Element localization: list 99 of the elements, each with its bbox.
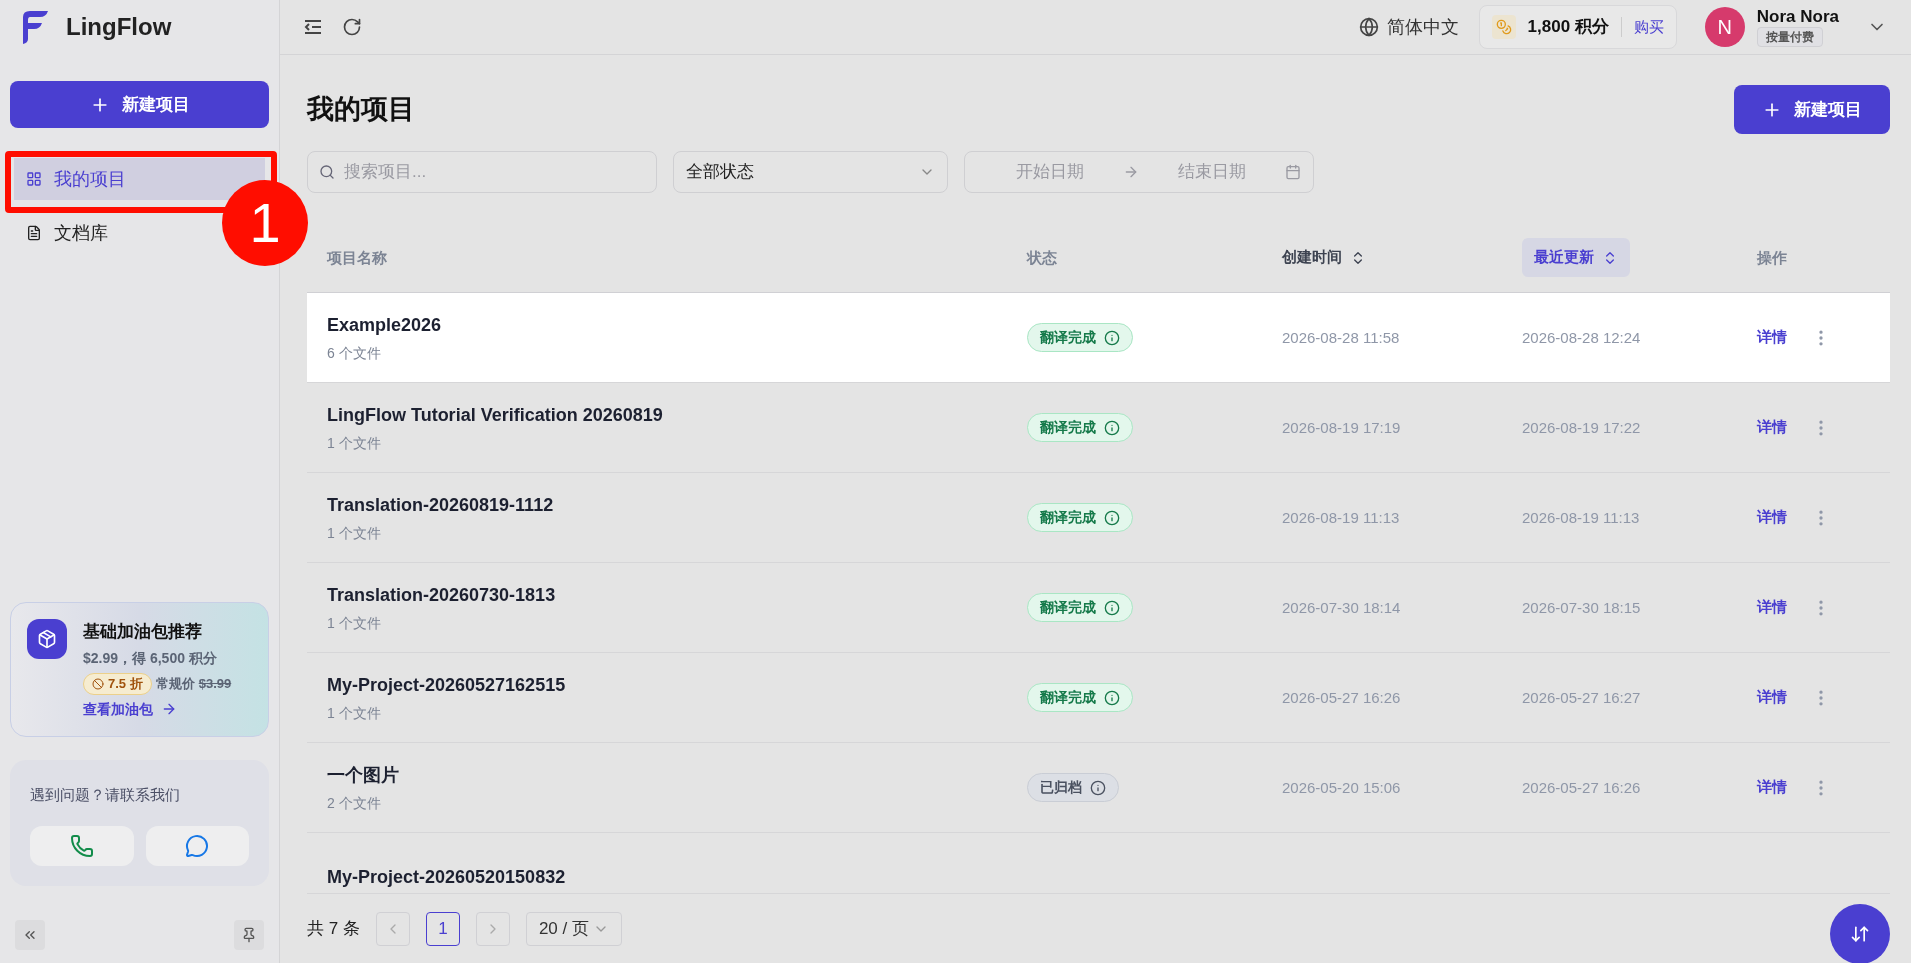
view-packs-link[interactable]: 查看加油包 bbox=[83, 698, 232, 720]
project-name[interactable]: My-Project-20260520150832 bbox=[327, 864, 1027, 891]
project-name[interactable]: LingFlow Tutorial Verification 20260819 bbox=[327, 401, 1027, 429]
table-row[interactable]: Example2026 6 个文件 翻译完成 2026-08-28 11:58 2026-08-28 12:24 详情 bbox=[307, 293, 1890, 383]
new-project-button[interactable]: 新建项目 bbox=[10, 81, 269, 128]
package-icon bbox=[37, 628, 57, 649]
total-count: 共 7 条 bbox=[307, 917, 360, 940]
new-project-button[interactable]: 新建项目 bbox=[1734, 85, 1890, 134]
table-row[interactable]: Translation-20260730-1813 1 个文件 翻译完成 2026-07-30 18:14 2026-07-30 18:15 详情 bbox=[307, 563, 1890, 653]
updated-time: 2026-05-27 16:27 bbox=[1522, 688, 1641, 706]
page-title: 我的项目 bbox=[307, 93, 415, 127]
created-time: 2026-08-28 11:58 bbox=[1282, 328, 1400, 346]
updated-time: 2026-08-19 17:22 bbox=[1522, 418, 1641, 436]
info-icon bbox=[1104, 509, 1120, 526]
info-icon bbox=[1090, 779, 1106, 796]
project-name[interactable]: Translation-20260819-1112 bbox=[327, 491, 1027, 519]
created-time: 2026-08-19 11:13 bbox=[1282, 508, 1400, 526]
pin-button[interactable] bbox=[234, 920, 264, 950]
created-time: 2026-07-30 18:14 bbox=[1282, 598, 1401, 616]
status-badge: 翻译完成 bbox=[1027, 593, 1133, 622]
column-header: 状态 bbox=[1027, 247, 1057, 268]
credits-balance: 1,800 积分 bbox=[1527, 16, 1609, 39]
collapse-button[interactable] bbox=[15, 920, 45, 950]
table-row[interactable]: 一个图片 2 个文件 已归档 2026-05-20 15:06 2026-05-27 16:26 详情 bbox=[307, 743, 1890, 833]
phone-chat-icon bbox=[69, 834, 94, 858]
details-link[interactable]: 详情 bbox=[1757, 326, 1787, 349]
globe-icon bbox=[1358, 17, 1379, 37]
sort-toggle-button[interactable] bbox=[1830, 903, 1890, 963]
info-icon bbox=[1104, 419, 1120, 436]
chat-bubble-icon bbox=[185, 834, 210, 858]
column-header: 操作 bbox=[1757, 247, 1787, 268]
created-time: 2026-05-27 16:26 bbox=[1282, 688, 1401, 706]
updated-time: 2026-05-27 16:26 bbox=[1522, 778, 1641, 796]
app-name: LingFlow bbox=[66, 12, 172, 42]
column-header: 项目名称 bbox=[327, 247, 387, 268]
promo-subtitle: $2.99，得 6,500 积分 bbox=[83, 649, 218, 668]
status-select[interactable]: 全部状态 bbox=[673, 151, 948, 193]
project-name[interactable]: Example2026 bbox=[327, 311, 1027, 339]
coins-icon bbox=[1495, 19, 1512, 35]
arrow-right-icon bbox=[1123, 164, 1139, 180]
info-icon bbox=[1104, 689, 1120, 706]
help-text: 遇到问题？请联系我们 bbox=[30, 784, 181, 805]
updated-time: 2026-08-19 11:13 bbox=[1522, 508, 1640, 526]
status-badge: 翻译完成 bbox=[1027, 683, 1133, 712]
info-icon bbox=[1104, 599, 1120, 616]
chat-button[interactable] bbox=[145, 826, 249, 866]
discount-icon bbox=[92, 677, 104, 690]
details-link[interactable]: 详情 bbox=[1757, 686, 1787, 709]
refresh-icon[interactable] bbox=[342, 17, 362, 37]
updated-time: 2026-07-30 18:15 bbox=[1522, 598, 1641, 616]
file-count: 1 个文件 bbox=[327, 703, 382, 723]
logo-icon bbox=[20, 9, 50, 45]
project-name[interactable]: My-Project-20260527162515 bbox=[327, 671, 1027, 699]
status-badge: 翻译完成 bbox=[1027, 323, 1133, 352]
file-count: 1 个文件 bbox=[327, 433, 382, 453]
promo-title: 基础加油包推荐 bbox=[83, 620, 203, 643]
regular-price: $3.99 bbox=[198, 675, 232, 693]
file-count: 2 个文件 bbox=[327, 793, 382, 813]
whatsapp-button[interactable] bbox=[30, 826, 134, 866]
pin-icon bbox=[241, 927, 257, 943]
project-name[interactable]: 一个图片 bbox=[327, 761, 1027, 789]
arrow-right-icon bbox=[161, 701, 177, 717]
search-field[interactable]: 搜索项目... bbox=[307, 151, 657, 193]
file-count: 1 个文件 bbox=[327, 613, 382, 633]
user-name: Nora Nora bbox=[1756, 7, 1839, 27]
language-selector[interactable]: 简体中文 bbox=[1386, 13, 1459, 41]
sidebar-item[interactable]: 我的项目 bbox=[14, 158, 265, 200]
project-name[interactable]: Translation-20260730-1813 bbox=[327, 581, 1027, 609]
info-icon bbox=[1104, 329, 1120, 346]
status-badge: 已归档 bbox=[1027, 773, 1119, 802]
column-header[interactable]: 最近更新 bbox=[1522, 238, 1630, 277]
document-icon bbox=[26, 225, 42, 241]
details-link[interactable]: 详情 bbox=[1757, 776, 1787, 799]
avatar[interactable]: N bbox=[1704, 7, 1745, 47]
file-count: 6 个文件 bbox=[327, 343, 382, 363]
page-size-select[interactable]: 20 / 页 bbox=[525, 911, 622, 946]
created-time: 2026-05-20 15:06 bbox=[1282, 778, 1401, 796]
updated-time: 2026-08-28 12:24 bbox=[1522, 328, 1641, 346]
discount-badge: 7.5 折 bbox=[83, 673, 152, 695]
status-badge: 翻译完成 bbox=[1027, 503, 1133, 532]
details-link[interactable]: 详情 bbox=[1757, 416, 1787, 439]
sidebar-item[interactable]: 文档库 bbox=[14, 212, 120, 254]
column-header[interactable]: 创建时间 bbox=[1282, 238, 1366, 277]
grid-icon bbox=[26, 171, 42, 187]
buy-link[interactable]: 购买 bbox=[1633, 15, 1664, 39]
status-badge: 翻译完成 bbox=[1027, 413, 1133, 442]
details-link[interactable]: 详情 bbox=[1757, 506, 1787, 529]
search-icon bbox=[319, 164, 335, 180]
table-row[interactable]: My-Project-20260527162515 1 个文件 翻译完成 2026-05-27 16:26 2026-05-27 16:27 详情 bbox=[307, 653, 1890, 743]
file-count: 1 个文件 bbox=[327, 523, 382, 543]
menu-indent-icon bbox=[304, 19, 322, 35]
details-link[interactable]: 详情 bbox=[1757, 596, 1787, 619]
regular-price-label: 常规价 bbox=[155, 675, 195, 693]
plan-badge: 按量付费 bbox=[1756, 27, 1823, 47]
table-row[interactable]: Translation-20260819-1112 1 个文件 翻译完成 2026-08-19 11:13 2026-08-19 11:13 详情 bbox=[307, 473, 1890, 563]
calendar-icon bbox=[1285, 164, 1301, 180]
page-number[interactable]: 1 bbox=[425, 911, 460, 946]
created-time: 2026-08-19 17:19 bbox=[1282, 418, 1401, 436]
table-row[interactable]: LingFlow Tutorial Verification 20260819 1 个文件 翻译完成 2026-08-19 17:19 2026-08-19 17:22 详情 bbox=[307, 383, 1890, 473]
